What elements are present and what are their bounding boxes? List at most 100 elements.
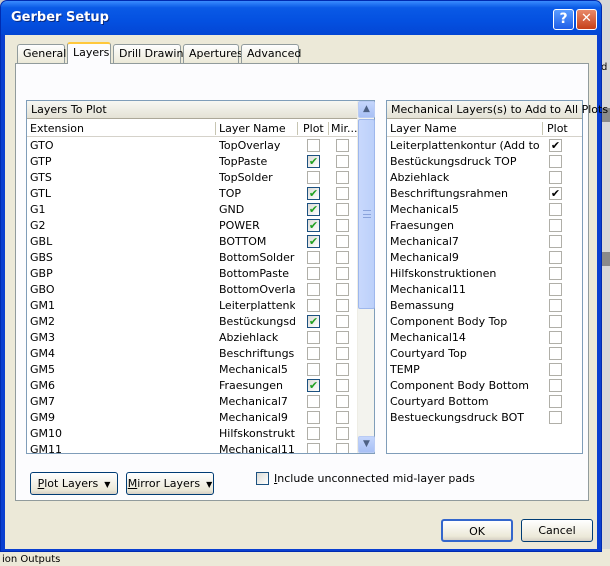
ok-button[interactable]: OK bbox=[441, 519, 513, 542]
mech-plot-checkbox[interactable] bbox=[549, 411, 562, 424]
plot-checkbox[interactable] bbox=[307, 251, 320, 264]
plot-checkbox[interactable]: ✔ bbox=[307, 187, 320, 200]
mech-plot-checkbox[interactable] bbox=[549, 203, 562, 216]
table-row[interactable]: GM2 Bestückungsdru ✔ bbox=[27, 314, 374, 330]
mirror-checkbox[interactable] bbox=[336, 427, 349, 440]
column-divider[interactable] bbox=[542, 122, 543, 135]
list-item[interactable]: Mechanical11 bbox=[387, 282, 582, 298]
mech-plot-checkbox[interactable] bbox=[549, 347, 562, 360]
mirror-checkbox[interactable] bbox=[336, 299, 349, 312]
list-item[interactable]: Bestueckungsdruck BOT bbox=[387, 410, 582, 426]
scroll-up-icon[interactable]: ▲ bbox=[358, 101, 375, 118]
table-row[interactable]: GTP TopPaste ✔ bbox=[27, 154, 374, 170]
plot-checkbox[interactable]: ✔ bbox=[307, 379, 320, 392]
mirror-checkbox[interactable] bbox=[336, 203, 349, 216]
mech-plot-checkbox[interactable] bbox=[549, 235, 562, 248]
plot-checkbox[interactable] bbox=[307, 171, 320, 184]
list-item[interactable]: Mechanical7 bbox=[387, 234, 582, 250]
table-row[interactable]: GM9 Mechanical9 bbox=[27, 410, 374, 426]
list-item[interactable]: Leiterplattenkontur (Add to al ✔ bbox=[387, 138, 582, 154]
table-row[interactable]: GM11 Mechanical11 bbox=[27, 442, 374, 453]
table-row[interactable]: GBS BottomSolder bbox=[27, 250, 374, 266]
table-row[interactable]: GM3 Abziehlack bbox=[27, 330, 374, 346]
mirror-checkbox[interactable] bbox=[336, 315, 349, 328]
mirror-checkbox[interactable] bbox=[336, 363, 349, 376]
include-unconnected-label[interactable]: Include unconnected mid-layer pads bbox=[274, 472, 475, 485]
close-button[interactable]: ✕ bbox=[576, 9, 597, 30]
plot-checkbox[interactable] bbox=[307, 443, 320, 453]
mech-plot-checkbox[interactable] bbox=[549, 251, 562, 264]
mirror-checkbox[interactable] bbox=[336, 187, 349, 200]
plot-checkbox[interactable] bbox=[307, 427, 320, 440]
table-row[interactable]: GM4 Beschriftungsrah bbox=[27, 346, 374, 362]
list-item[interactable]: Courtyard Top bbox=[387, 346, 582, 362]
mirror-checkbox[interactable] bbox=[336, 443, 349, 453]
plot-checkbox[interactable] bbox=[307, 139, 320, 152]
list-item[interactable]: Component Body Top bbox=[387, 314, 582, 330]
plot-checkbox[interactable]: ✔ bbox=[307, 155, 320, 168]
plot-checkbox[interactable] bbox=[307, 331, 320, 344]
table-row[interactable]: GTL TOP ✔ bbox=[27, 186, 374, 202]
mirror-checkbox[interactable] bbox=[336, 171, 349, 184]
mech-plot-checkbox[interactable]: ✔ bbox=[549, 187, 562, 200]
list-item[interactable]: TEMP bbox=[387, 362, 582, 378]
mirror-checkbox[interactable] bbox=[336, 283, 349, 296]
list-item[interactable]: Courtyard Bottom bbox=[387, 394, 582, 410]
list-item[interactable]: Component Body Bottom bbox=[387, 378, 582, 394]
mirror-checkbox[interactable] bbox=[336, 251, 349, 264]
col-mirror[interactable]: Mir... bbox=[331, 122, 357, 135]
scroll-down-icon[interactable]: ▼ bbox=[358, 436, 375, 453]
plot-checkbox[interactable] bbox=[307, 347, 320, 360]
table-row[interactable]: GBL BOTTOM ✔ bbox=[27, 234, 374, 250]
plot-checkbox[interactable] bbox=[307, 299, 320, 312]
plot-checkbox[interactable]: ✔ bbox=[307, 219, 320, 232]
table-row[interactable]: GM10 Hilfskonstruktion bbox=[27, 426, 374, 442]
column-divider[interactable] bbox=[215, 122, 216, 135]
list-item[interactable]: Mechanical9 bbox=[387, 250, 582, 266]
col-layer-name[interactable]: Layer Name bbox=[219, 122, 295, 135]
plot-layers-button[interactable]: Plot Layers ▼ bbox=[30, 472, 118, 495]
help-button[interactable]: ? bbox=[553, 9, 574, 30]
mech-plot-checkbox[interactable] bbox=[549, 283, 562, 296]
tab-general[interactable]: General bbox=[17, 44, 66, 63]
plot-checkbox[interactable]: ✔ bbox=[307, 235, 320, 248]
table-row[interactable]: GM5 Mechanical5 bbox=[27, 362, 374, 378]
plot-checkbox[interactable] bbox=[307, 267, 320, 280]
mirror-checkbox[interactable] bbox=[336, 219, 349, 232]
layers-scrollbar[interactable]: ▲ ▼ bbox=[357, 101, 375, 453]
column-divider[interactable] bbox=[328, 122, 329, 135]
table-row[interactable]: GBP BottomPaste bbox=[27, 266, 374, 282]
mirror-layers-button[interactable]: Mirror Layers ▼ bbox=[126, 472, 214, 495]
mech-plot-checkbox[interactable]: ✔ bbox=[549, 139, 562, 152]
mech-plot-checkbox[interactable] bbox=[549, 267, 562, 280]
mech-plot-checkbox[interactable] bbox=[549, 299, 562, 312]
mirror-checkbox[interactable] bbox=[336, 267, 349, 280]
cancel-button[interactable]: Cancel bbox=[521, 519, 593, 542]
list-item[interactable]: Beschriftungsrahmen ✔ bbox=[387, 186, 582, 202]
plot-checkbox[interactable] bbox=[307, 411, 320, 424]
plot-checkbox[interactable] bbox=[307, 283, 320, 296]
table-row[interactable]: GM1 Leiterplattenkont bbox=[27, 298, 374, 314]
mech-plot-checkbox[interactable] bbox=[549, 379, 562, 392]
tab-drill-drawing[interactable]: Drill Drawing bbox=[113, 44, 190, 63]
mech-plot-checkbox[interactable] bbox=[549, 315, 562, 328]
col-plot[interactable]: Plot bbox=[303, 122, 327, 135]
table-row[interactable]: GBO BottomOverlay bbox=[27, 282, 374, 298]
col-extension[interactable]: Extension bbox=[30, 122, 210, 135]
table-row[interactable]: G2 POWER ✔ bbox=[27, 218, 374, 234]
mech-plot-checkbox[interactable] bbox=[549, 331, 562, 344]
mirror-checkbox[interactable] bbox=[336, 139, 349, 152]
mirror-checkbox[interactable] bbox=[336, 347, 349, 360]
mirror-checkbox[interactable] bbox=[336, 379, 349, 392]
include-unconnected-checkbox[interactable] bbox=[256, 472, 269, 485]
list-item[interactable]: Hilfskonstruktionen bbox=[387, 266, 582, 282]
mirror-checkbox[interactable] bbox=[336, 331, 349, 344]
plot-checkbox[interactable] bbox=[307, 395, 320, 408]
col-mech-layer-name[interactable]: Layer Name bbox=[390, 122, 540, 135]
mech-plot-checkbox[interactable] bbox=[549, 155, 562, 168]
mech-plot-checkbox[interactable] bbox=[549, 395, 562, 408]
mech-plot-checkbox[interactable] bbox=[549, 363, 562, 376]
scroll-thumb[interactable] bbox=[358, 119, 375, 309]
table-row[interactable]: GTO TopOverlay bbox=[27, 138, 374, 154]
list-item[interactable]: Bestückungsdruck TOP bbox=[387, 154, 582, 170]
